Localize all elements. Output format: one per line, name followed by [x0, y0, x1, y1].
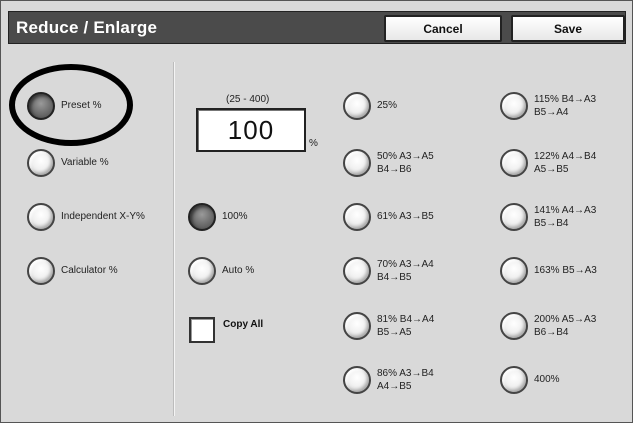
preset-200-radio[interactable]: [500, 312, 528, 340]
preset-81-label: 81% B4→A4 B5→A5: [377, 314, 435, 338]
mode-variable-radio[interactable]: [27, 149, 55, 177]
quick-100-option[interactable]: 100%: [188, 203, 248, 231]
page-title: Reduce / Enlarge: [16, 18, 158, 37]
preset-86-option[interactable]: 86% A3→B4 A4→B5: [343, 366, 434, 394]
ratio-value-field[interactable]: 100: [196, 108, 306, 152]
title-bar: Reduce / Enlarge Cancel Save: [8, 11, 626, 44]
preset-200-option[interactable]: 200% A5→A3 B6→B4: [500, 312, 596, 340]
preset-61-label: 61% A3→B5: [377, 211, 434, 222]
mode-preset-label: Preset %: [61, 100, 102, 111]
preset-86-radio[interactable]: [343, 366, 371, 394]
cancel-button[interactable]: Cancel: [384, 15, 502, 42]
preset-61-option[interactable]: 61% A3→B5: [343, 203, 434, 231]
mode-calculator-option[interactable]: Calculator %: [27, 257, 118, 285]
preset-163-option[interactable]: 163% B5→A3: [500, 257, 597, 285]
mode-preset-radio[interactable]: [27, 92, 55, 120]
quick-100-radio[interactable]: [188, 203, 216, 231]
preset-115-radio[interactable]: [500, 92, 528, 120]
mode-independent-option[interactable]: Independent X-Y%: [27, 203, 145, 231]
preset-141-option[interactable]: 141% A4→A3 B5→B4: [500, 203, 596, 231]
preset-200-label: 200% A5→A3 B6→B4: [534, 314, 597, 338]
preset-122-label: 122% A4→B4 A5→B5: [534, 151, 597, 175]
mode-calculator-radio[interactable]: [27, 257, 55, 285]
preset-122-option[interactable]: 122% A4→B4 A5→B5: [500, 149, 596, 177]
preset-25-option[interactable]: 25%: [343, 92, 397, 120]
copy-all-label: Copy All: [223, 319, 264, 330]
preset-163-radio[interactable]: [500, 257, 528, 285]
preset-122-radio[interactable]: [500, 149, 528, 177]
mode-preset-option[interactable]: Preset %: [27, 92, 102, 120]
preset-86-label: 86% A3→B4 A4→B5: [377, 368, 434, 392]
preset-70-option[interactable]: 70% A3→A4 B4→B5: [343, 257, 434, 285]
preset-61-radio[interactable]: [343, 203, 371, 231]
auto-percent-option[interactable]: Auto %: [188, 257, 254, 285]
preset-50-radio[interactable]: [343, 149, 371, 177]
preset-141-label: 141% A4→A3 B5→B4: [534, 205, 597, 229]
preset-70-radio[interactable]: [343, 257, 371, 285]
preset-50-label: 50% A3→A5 B4→B6: [377, 151, 434, 175]
auto-percent-label: Auto %: [222, 265, 255, 276]
percent-unit: %: [309, 138, 318, 149]
mode-variable-option[interactable]: Variable %: [27, 149, 109, 177]
preset-81-radio[interactable]: [343, 312, 371, 340]
preset-400-radio[interactable]: [500, 366, 528, 394]
auto-percent-radio[interactable]: [188, 257, 216, 285]
preset-81-option[interactable]: 81% B4→A4 B5→A5: [343, 312, 434, 340]
preset-115-option[interactable]: 115% B4→A3 B5→A4: [500, 92, 596, 120]
mode-independent-label: Independent X-Y%: [61, 211, 145, 222]
preset-163-label: 163% B5→A3: [534, 265, 597, 276]
mode-calculator-label: Calculator %: [61, 265, 118, 276]
preset-25-label: 25%: [377, 100, 398, 111]
column-divider: [173, 62, 175, 416]
range-hint: (25 - 400): [226, 94, 270, 105]
copy-all-checkbox-option[interactable]: Copy All: [189, 317, 263, 343]
quick-100-label: 100%: [222, 211, 248, 222]
save-button[interactable]: Save: [511, 15, 625, 42]
mode-independent-radio[interactable]: [27, 203, 55, 231]
preset-400-label: 400%: [534, 374, 560, 385]
preset-115-label: 115% B4→A3 B5→A4: [534, 94, 597, 118]
preset-400-option[interactable]: 400%: [500, 366, 560, 394]
copy-all-checkbox[interactable]: [189, 317, 215, 343]
preset-70-label: 70% A3→A4 B4→B5: [377, 259, 434, 283]
mode-variable-label: Variable %: [61, 157, 109, 168]
preset-50-option[interactable]: 50% A3→A5 B4→B6: [343, 149, 434, 177]
preset-141-radio[interactable]: [500, 203, 528, 231]
preset-25-radio[interactable]: [343, 92, 371, 120]
